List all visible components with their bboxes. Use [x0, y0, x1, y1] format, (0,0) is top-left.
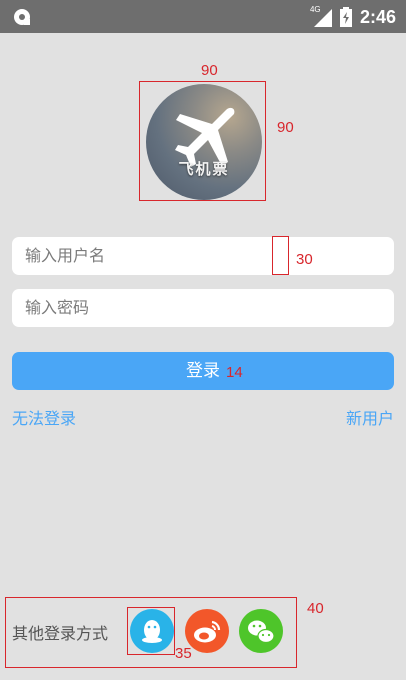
cant-login-link[interactable]: 无法登录: [12, 405, 76, 429]
login-button[interactable]: 登录: [12, 352, 394, 390]
username-input[interactable]: 输入用户名: [12, 237, 394, 275]
bottom-height-annotation: 40: [307, 600, 324, 617]
wechat-icon: [248, 620, 275, 644]
login-button-label: 登录: [186, 361, 220, 381]
weibo-login-button[interactable]: [185, 609, 229, 653]
wechat-login-button[interactable]: [239, 609, 283, 653]
social-size-annotation-box: [127, 607, 175, 655]
weibo-icon: [194, 620, 221, 643]
avatar[interactable]: 飞机票: [146, 84, 262, 200]
password-input[interactable]: 输入密码: [12, 289, 394, 327]
avatar-width-annotation: 90: [201, 62, 218, 79]
new-user-link[interactable]: 新用户: [346, 405, 394, 429]
button-font-annotation: 14: [226, 364, 243, 381]
notification-icon: [12, 7, 32, 27]
airplane-icon: [175, 107, 235, 167]
clock: 2:46: [359, 6, 396, 27]
other-login-label: 其他登录方式: [12, 624, 109, 643]
battery-icon: [339, 7, 352, 27]
username-placeholder: 输入用户名: [25, 246, 106, 265]
avatar-caption: 飞机票: [178, 160, 230, 178]
avatar-height-annotation: 90: [277, 119, 294, 136]
field-gap-annotation-box: [272, 236, 289, 275]
status-bar: 4G 2:46: [0, 0, 406, 33]
signal-icon: 4G: [310, 5, 332, 27]
field-gap-annotation: 30: [296, 251, 313, 268]
password-placeholder: 输入密码: [25, 298, 90, 317]
